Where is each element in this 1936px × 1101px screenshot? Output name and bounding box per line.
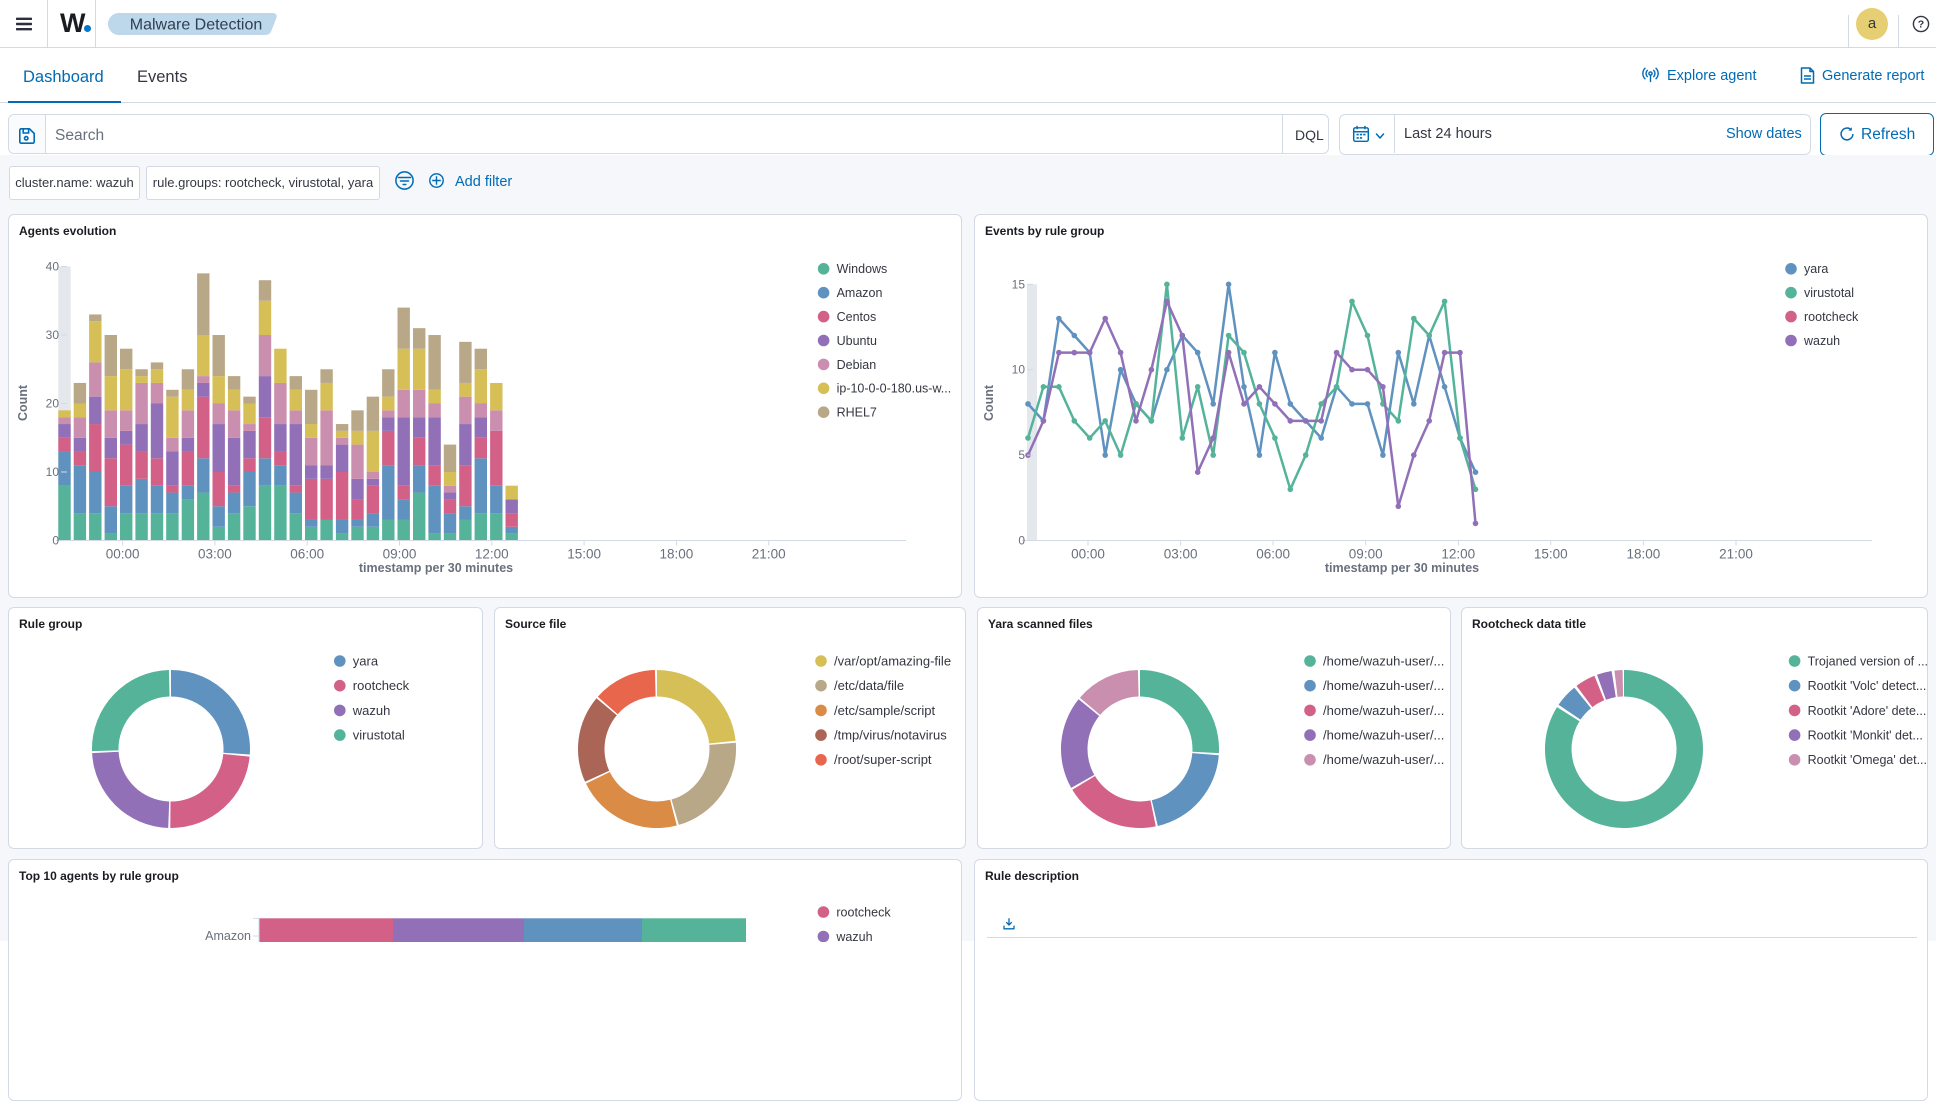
- svg-text:40: 40: [46, 260, 60, 274]
- svg-text:0: 0: [52, 534, 59, 548]
- svg-text:virustotal: virustotal: [1804, 286, 1854, 300]
- svg-text:09:00: 09:00: [1349, 547, 1383, 562]
- svg-text:09:00: 09:00: [383, 547, 417, 562]
- svg-text:00:00: 00:00: [1071, 547, 1105, 562]
- svg-text:Debian: Debian: [837, 358, 877, 372]
- svg-text:rootcheck: rootcheck: [836, 905, 891, 919]
- svg-text:10: 10: [1012, 363, 1026, 377]
- svg-text:12:00: 12:00: [1441, 547, 1475, 562]
- svg-text:/home/wazuh-user/...: /home/wazuh-user/...: [1323, 653, 1444, 668]
- svg-text:wazuh: wazuh: [835, 930, 872, 942]
- svg-text:Malware Detection: Malware Detection: [130, 17, 263, 34]
- svg-text:rootcheck: rootcheck: [353, 678, 410, 693]
- svg-text:/root/super-script: /root/super-script: [834, 752, 932, 767]
- svg-text:Count: Count: [16, 384, 30, 421]
- svg-text:wazuh: wazuh: [352, 703, 391, 718]
- svg-text:wazuh: wazuh: [1803, 334, 1840, 348]
- svg-text:/home/wazuh-user/...: /home/wazuh-user/...: [1323, 678, 1444, 693]
- svg-text:18:00: 18:00: [1627, 547, 1661, 562]
- svg-text:10: 10: [46, 465, 60, 479]
- svg-text:Rootkit 'Volc' detect...: Rootkit 'Volc' detect...: [1808, 679, 1927, 693]
- svg-text:18:00: 18:00: [660, 547, 694, 562]
- svg-text:15:00: 15:00: [1534, 547, 1568, 562]
- svg-text:06:00: 06:00: [1256, 547, 1290, 562]
- svg-text:12:00: 12:00: [475, 547, 509, 562]
- svg-text:/home/wazuh-user/...: /home/wazuh-user/...: [1323, 703, 1444, 718]
- svg-text:timestamp per 30 minutes: timestamp per 30 minutes: [359, 561, 513, 575]
- svg-text:RHEL7: RHEL7: [837, 406, 877, 420]
- svg-text:Rootkit 'Monkit' det...: Rootkit 'Monkit' det...: [1808, 729, 1923, 743]
- svg-text:21:00: 21:00: [752, 547, 786, 562]
- svg-text:00:00: 00:00: [106, 547, 140, 562]
- svg-text:/var/opt/amazing-file: /var/opt/amazing-file: [834, 653, 951, 668]
- svg-text:Centos: Centos: [837, 310, 877, 324]
- svg-text:/etc/sample/script: /etc/sample/script: [834, 703, 936, 718]
- svg-text:15:00: 15:00: [567, 547, 601, 562]
- svg-text:/tmp/virus/notavirus: /tmp/virus/notavirus: [834, 728, 947, 743]
- svg-text:15: 15: [1012, 277, 1026, 291]
- svg-text:5: 5: [1018, 448, 1025, 462]
- svg-text:0: 0: [1018, 534, 1025, 548]
- svg-text:/home/wazuh-user/...: /home/wazuh-user/...: [1323, 728, 1444, 743]
- svg-text:Rootkit 'Omega' det...: Rootkit 'Omega' det...: [1808, 753, 1927, 767]
- svg-text:21:00: 21:00: [1719, 547, 1753, 562]
- svg-text:Amazon: Amazon: [205, 929, 251, 942]
- svg-text:03:00: 03:00: [198, 547, 232, 562]
- svg-text:Amazon: Amazon: [837, 286, 883, 300]
- svg-text:20: 20: [46, 397, 60, 411]
- svg-text:Ubuntu: Ubuntu: [837, 334, 877, 348]
- svg-text:06:00: 06:00: [290, 547, 324, 562]
- svg-text:timestamp per 30 minutes: timestamp per 30 minutes: [1325, 561, 1479, 575]
- svg-text:30: 30: [46, 328, 60, 342]
- svg-text:?: ?: [1918, 19, 1924, 31]
- svg-text:Count: Count: [982, 384, 996, 421]
- svg-text:/etc/data/file: /etc/data/file: [834, 678, 904, 693]
- svg-text:rootcheck: rootcheck: [1804, 310, 1859, 324]
- svg-text:Rootkit 'Adore' dete...: Rootkit 'Adore' dete...: [1808, 704, 1927, 718]
- svg-text:Windows: Windows: [837, 262, 888, 276]
- svg-text:/home/wazuh-user/...: /home/wazuh-user/...: [1323, 752, 1444, 767]
- svg-text:ip-10-0-0-180.us-w...: ip-10-0-0-180.us-w...: [837, 382, 952, 396]
- svg-text:yara: yara: [1804, 262, 1828, 276]
- svg-text:03:00: 03:00: [1164, 547, 1198, 562]
- svg-text:Trojaned version of ...: Trojaned version of ...: [1808, 654, 1928, 668]
- svg-text:yara: yara: [353, 653, 379, 668]
- svg-text:virustotal: virustotal: [353, 728, 405, 743]
